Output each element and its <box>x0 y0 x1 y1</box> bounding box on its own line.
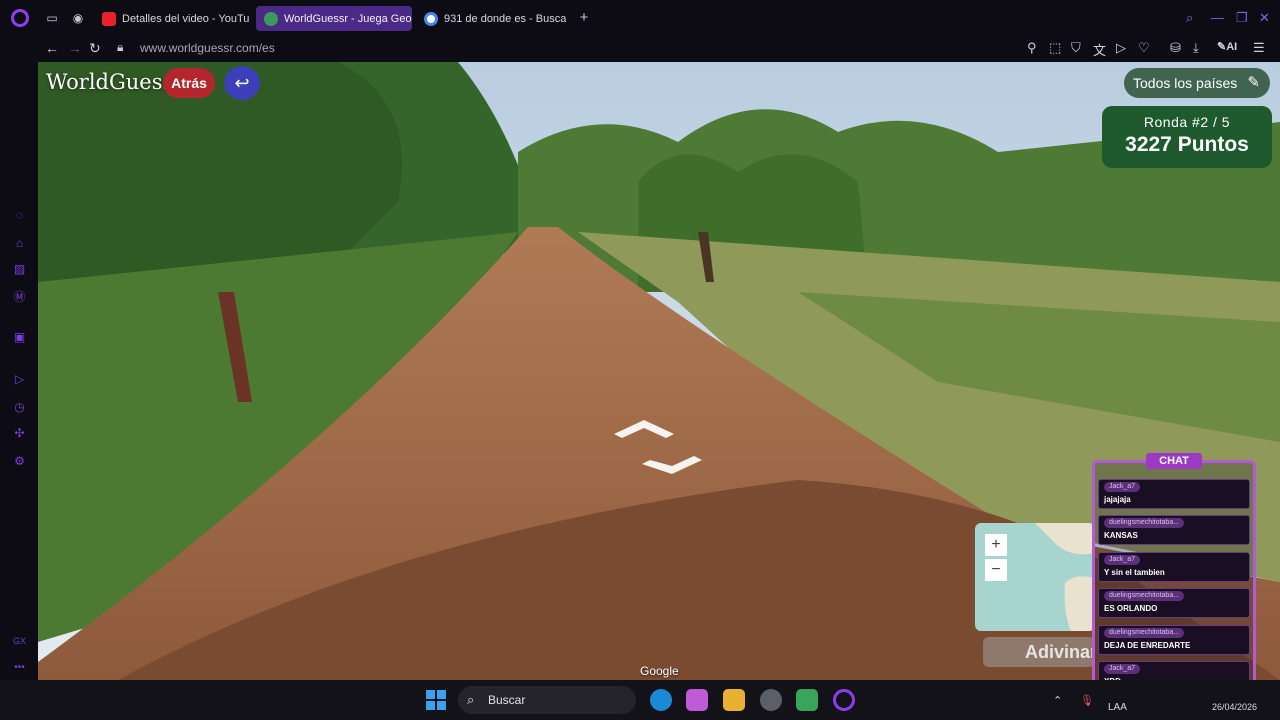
minimize-icon[interactable]: — <box>1211 10 1224 25</box>
pin-icon[interactable]: ⚲ <box>1027 40 1037 56</box>
maximize-icon[interactable]: ❐ <box>1236 10 1248 26</box>
steam-icon[interactable]: ◉ <box>70 10 86 26</box>
pencil-icon: ✎ <box>1247 74 1260 91</box>
messenger-icon[interactable]: Ⓜ <box>12 290 27 305</box>
clock-date[interactable]: 26/04/2026 <box>1212 702 1257 712</box>
ai-label: AI <box>1226 41 1238 53</box>
chat-username: duelingsmechitotaba... <box>1104 518 1185 528</box>
chat-username: Jack_a7 <box>1104 482 1141 492</box>
tab-youtube[interactable]: Detalles del video - YouTube <box>94 6 250 31</box>
chat-text: ES ORLANDO <box>1104 604 1158 613</box>
forward-arrow-icon[interactable]: → <box>68 40 82 56</box>
gx-icon[interactable]: GX <box>12 634 27 649</box>
country-filter-button[interactable]: Todos los países ✎ <box>1124 68 1270 98</box>
close-icon[interactable]: ✕ <box>1259 10 1270 26</box>
tab-google-search[interactable]: 931 de donde es - Buscar <box>416 6 566 31</box>
stripes-icon[interactable]: ▨ <box>12 262 27 277</box>
language-indicator[interactable]: LAA <box>1108 702 1127 713</box>
edge-icon[interactable] <box>650 689 672 711</box>
taskbar-search[interactable]: ⌕ Buscar <box>458 686 636 714</box>
country-filter-label: Todos los países <box>1133 75 1238 91</box>
copilot-icon[interactable] <box>686 689 708 711</box>
menu-icon[interactable]: ☰ <box>1253 40 1265 56</box>
pencil-icon: ✎ <box>1217 41 1227 53</box>
globe-icon <box>264 11 278 26</box>
settings-icon[interactable]: ⚙ <box>12 454 27 469</box>
download-icon[interactable]: ⤓ <box>1193 40 1199 56</box>
round-score-panel: Ronda #2 / 5 3227 Puntos <box>1102 106 1272 168</box>
zoom-in-button[interactable]: + <box>985 534 1007 556</box>
microphone-icon[interactable]: 🎙︎ <box>1080 694 1094 707</box>
tray-chevron-icon[interactable]: ⌃ <box>1053 694 1062 707</box>
round-indicator: Ronda #2 / 5 <box>1143 114 1231 130</box>
zoom-out-button[interactable]: − <box>985 559 1007 581</box>
back-arrow-icon[interactable]: ← <box>45 40 59 56</box>
extensions-icon[interactable]: ✣ <box>12 426 27 441</box>
chat-message: Jack_a7 jajajaja <box>1098 479 1250 509</box>
refresh-sidebar-icon[interactable]: ◌ <box>12 208 27 223</box>
chat-message: Jack_a7 Y sin el tambien <box>1098 552 1250 582</box>
tab-label: Detalles del video - YouTube <box>122 12 250 25</box>
windows-start-icon[interactable] <box>426 690 446 710</box>
player-icon[interactable]: ▷ <box>12 372 27 387</box>
aria-ai-button[interactable]: ✎AI <box>1217 40 1237 53</box>
address-bar: ← → ↻ 🔒︎ www.worldguessr.com/es ⚲ ⬚ ⛉ 文 … <box>0 36 1280 62</box>
search-icon: ⌕ <box>467 692 475 707</box>
play-icon[interactable]: ▷ <box>1116 40 1126 56</box>
url-field[interactable]: www.worldguessr.com/es <box>140 41 275 55</box>
chat-title: CHAT <box>1146 453 1202 469</box>
opera-gx-taskbar-icon[interactable] <box>833 689 855 711</box>
opera-logo-icon[interactable] <box>11 9 29 27</box>
obs-icon[interactable] <box>760 689 782 711</box>
chat-message: duelingsmechitotaba... KANSAS <box>1098 515 1250 545</box>
google-watermark: Google <box>640 664 679 678</box>
app-icon[interactable] <box>796 689 818 711</box>
heart-icon[interactable]: ♡ <box>1138 40 1150 56</box>
tab-label: WorldGuessr - Juega Geo <box>284 12 412 25</box>
bag-icon[interactable]: ⌂ <box>12 236 27 251</box>
translate-icon[interactable]: 文 <box>1093 40 1106 59</box>
chat-username: duelingsmechitotaba... <box>1104 591 1185 601</box>
history-icon[interactable]: ◷ <box>12 400 27 415</box>
tab-label: 931 de donde es - Buscar <box>444 12 566 25</box>
screen: ▭ ◉ Detalles del video - YouTube WorldGu… <box>0 0 1280 720</box>
browser-tab-bar: ▭ ◉ Detalles del video - YouTube WorldGu… <box>0 0 1280 36</box>
chat-text: Y sin el tambien <box>1104 568 1165 577</box>
chat-username: Jack_a7 <box>1104 555 1141 565</box>
file-explorer-icon[interactable] <box>723 689 745 711</box>
google-icon <box>424 11 438 26</box>
wallet-icon[interactable]: ⛁ <box>1170 40 1181 56</box>
youtube-icon <box>102 11 116 26</box>
sidebar: ◌ ⌂ ▨ Ⓜ ▣ ▷ ◷ ✣ ⚙ GX ••• <box>0 62 38 680</box>
search-tabs-icon[interactable]: ⌕ <box>1186 10 1193 26</box>
back-button[interactable]: Atrás <box>163 68 215 98</box>
more-icon[interactable]: ••• <box>12 660 27 675</box>
snapshot-icon[interactable]: ⬚ <box>1049 40 1061 56</box>
chat-message: duelingsmechitotaba... ES ORLANDO <box>1098 588 1250 618</box>
reload-icon[interactable]: ↻ <box>89 40 101 57</box>
chat-text: KANSAS <box>1104 531 1138 540</box>
twitch-icon[interactable]: ▣ <box>12 330 27 345</box>
new-tab-button[interactable]: + <box>576 10 592 26</box>
lock-icon: 🔒︎ <box>117 40 124 54</box>
chat-text: jajajaja <box>1104 495 1131 504</box>
chat-message: duelingsmechitotaba... DEJA DE ENREDARTE <box>1098 625 1250 655</box>
tab-worldguessr[interactable]: WorldGuessr - Juega Geo <box>256 6 412 31</box>
return-to-start-button[interactable]: ↩ <box>224 66 260 100</box>
guess-button[interactable]: Adivinar <box>983 637 1095 667</box>
chat-username: duelingsmechitotaba... <box>1104 628 1185 638</box>
search-label: Buscar <box>488 693 526 707</box>
chat-text: DEJA DE ENREDARTE <box>1104 641 1191 650</box>
shield-icon[interactable]: ⛉ <box>1071 40 1081 56</box>
chat-username: Jack_a7 <box>1104 664 1141 674</box>
tab-manager-icon[interactable]: ▭ <box>44 10 60 26</box>
points-total: 3227 Puntos <box>1125 133 1249 156</box>
